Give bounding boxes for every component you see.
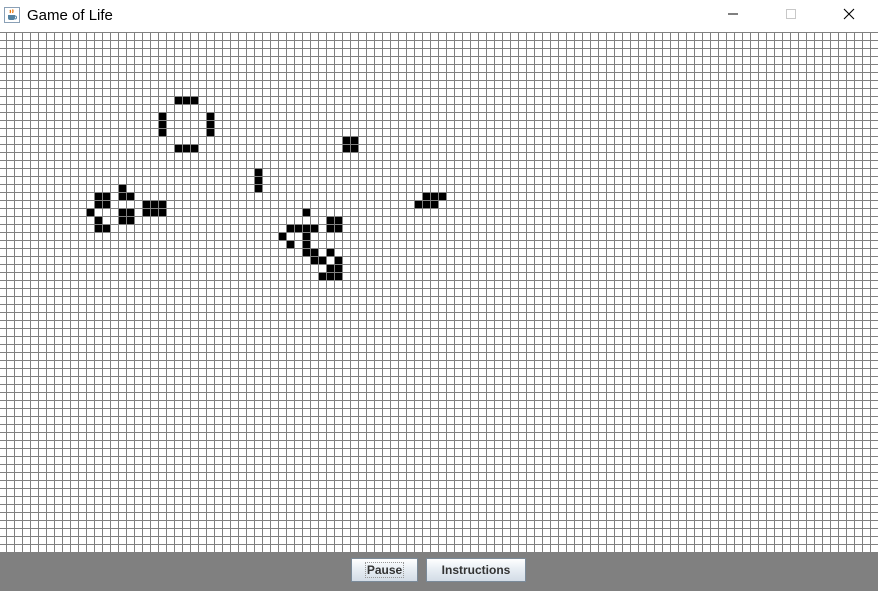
life-board[interactable] <box>0 32 878 552</box>
alive-cell[interactable] <box>326 264 334 272</box>
alive-cell[interactable] <box>158 200 166 208</box>
close-icon <box>843 7 855 25</box>
alive-cell[interactable] <box>334 272 342 280</box>
pause-button-label: Pause <box>364 562 405 578</box>
alive-cell[interactable] <box>182 144 190 152</box>
alive-cell[interactable] <box>158 208 166 216</box>
instructions-button[interactable]: Instructions <box>426 558 526 582</box>
alive-cell[interactable] <box>430 192 438 200</box>
alive-cell[interactable] <box>422 200 430 208</box>
alive-cell[interactable] <box>206 120 214 128</box>
alive-cell[interactable] <box>102 200 110 208</box>
alive-cell[interactable] <box>302 240 310 248</box>
alive-cell[interactable] <box>318 272 326 280</box>
alive-cell[interactable] <box>326 272 334 280</box>
alive-cell[interactable] <box>254 176 262 184</box>
alive-cell[interactable] <box>310 256 318 264</box>
alive-cell[interactable] <box>102 224 110 232</box>
title-bar: Game of Life <box>0 0 878 32</box>
alive-cell[interactable] <box>118 184 126 192</box>
alive-cell[interactable] <box>190 144 198 152</box>
alive-cell[interactable] <box>150 208 158 216</box>
control-panel: Pause Instructions <box>0 552 878 591</box>
alive-cell[interactable] <box>142 208 150 216</box>
alive-cell[interactable] <box>430 200 438 208</box>
alive-cell[interactable] <box>334 264 342 272</box>
pause-button[interactable]: Pause <box>351 558 418 582</box>
alive-cell[interactable] <box>94 192 102 200</box>
alive-cell[interactable] <box>326 248 334 256</box>
alive-cell[interactable] <box>342 136 350 144</box>
alive-cell[interactable] <box>206 112 214 120</box>
alive-cell[interactable] <box>174 144 182 152</box>
alive-cell[interactable] <box>206 128 214 136</box>
alive-cell[interactable] <box>294 224 302 232</box>
alive-cell[interactable] <box>158 128 166 136</box>
maximize-button[interactable] <box>768 0 814 32</box>
alive-cell[interactable] <box>94 216 102 224</box>
minimize-icon <box>727 7 739 25</box>
alive-cell[interactable] <box>342 144 350 152</box>
alive-cell[interactable] <box>126 216 134 224</box>
alive-cell[interactable] <box>334 256 342 264</box>
alive-cell[interactable] <box>126 208 134 216</box>
alive-cell[interactable] <box>318 256 326 264</box>
alive-cell[interactable] <box>174 96 182 104</box>
alive-cell[interactable] <box>334 216 342 224</box>
alive-cell[interactable] <box>278 232 286 240</box>
alive-cell[interactable] <box>334 224 342 232</box>
life-grid[interactable] <box>0 32 878 552</box>
java-cup-icon[interactable] <box>4 7 20 23</box>
alive-cell[interactable] <box>118 208 126 216</box>
alive-cell[interactable] <box>302 224 310 232</box>
alive-cell[interactable] <box>414 200 422 208</box>
alive-cell[interactable] <box>302 248 310 256</box>
alive-cell[interactable] <box>286 224 294 232</box>
alive-cell[interactable] <box>126 192 134 200</box>
grid-lines <box>0 32 878 552</box>
alive-cell[interactable] <box>254 168 262 176</box>
alive-cell[interactable] <box>102 192 110 200</box>
alive-cell[interactable] <box>422 192 430 200</box>
alive-cell[interactable] <box>326 224 334 232</box>
alive-cell[interactable] <box>302 232 310 240</box>
instructions-button-label: Instructions <box>441 563 511 577</box>
alive-cell[interactable] <box>118 192 126 200</box>
alive-cell[interactable] <box>438 192 446 200</box>
alive-cell[interactable] <box>150 200 158 208</box>
alive-cell[interactable] <box>142 200 150 208</box>
alive-cell[interactable] <box>86 208 94 216</box>
alive-cell[interactable] <box>350 144 358 152</box>
alive-cell[interactable] <box>118 216 126 224</box>
alive-cell[interactable] <box>94 224 102 232</box>
minimize-button[interactable] <box>710 0 756 32</box>
alive-cell[interactable] <box>254 184 262 192</box>
alive-cell[interactable] <box>182 96 190 104</box>
alive-cell[interactable] <box>302 208 310 216</box>
alive-cell[interactable] <box>286 240 294 248</box>
alive-cell[interactable] <box>326 216 334 224</box>
close-button[interactable] <box>826 0 872 32</box>
alive-cell[interactable] <box>310 224 318 232</box>
window-title: Game of Life <box>27 7 113 24</box>
maximize-icon <box>785 7 797 25</box>
alive-cell[interactable] <box>158 120 166 128</box>
alive-cell[interactable] <box>94 200 102 208</box>
alive-cell[interactable] <box>350 136 358 144</box>
alive-cell[interactable] <box>158 112 166 120</box>
alive-cell[interactable] <box>190 96 198 104</box>
alive-cell[interactable] <box>310 248 318 256</box>
